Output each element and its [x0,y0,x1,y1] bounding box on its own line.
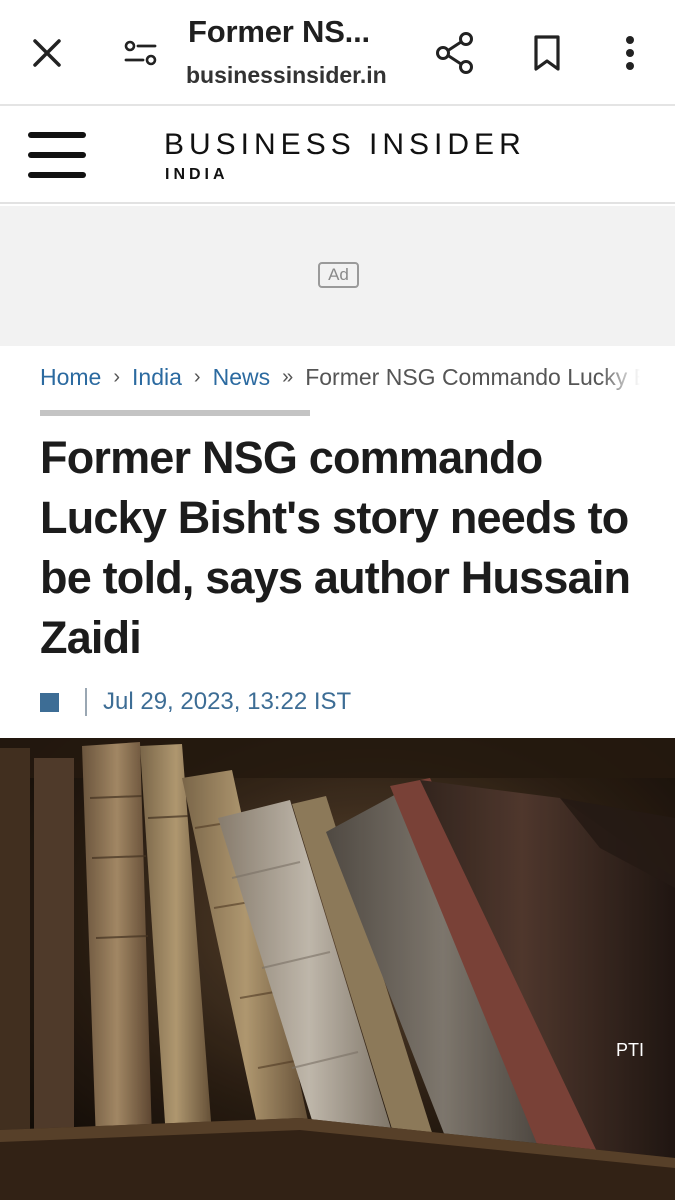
category-marker-icon [40,692,59,712]
breadcrumb-separator: › [193,365,201,388]
article-date: Jul 29, 2023, 13:22 IST [103,688,352,715]
ad-slot[interactable]: Ad [0,206,675,346]
site-logo-region: INDIA [165,166,229,183]
breadcrumb-separator: » [282,365,294,388]
books-illustration [0,738,675,1200]
article-headline: Former NSG commando Lucky Bisht's story … [40,432,631,663]
breadcrumb-news[interactable]: News [213,364,271,391]
close-icon[interactable] [22,28,72,78]
page-url[interactable]: businessinsider.in [186,62,416,89]
hamburger-icon[interactable] [28,128,86,182]
title-divider [40,410,310,416]
image-credit: PTI [616,1040,645,1060]
share-icon[interactable] [428,26,482,80]
site-header: BUSINESS INSIDER INDIA [0,106,675,204]
breadcrumb-separator: › [113,365,121,388]
breadcrumb-current: Former NSG Commando Lucky Bisht [305,363,640,390]
breadcrumb-home[interactable]: Home [40,364,101,391]
site-logo[interactable]: BUSINESS INSIDER [164,128,526,162]
breadcrumb-india[interactable]: India [132,364,182,391]
ad-badge: Ad [318,262,359,288]
breadcrumb-fade [600,360,640,394]
breadcrumb: Home › India › News » Former NSG Command… [40,360,640,394]
meta-divider [85,688,87,716]
tune-icon[interactable] [116,28,166,78]
article-hero-image [0,738,675,1200]
browser-toolbar: Former NS... businessinsider.in [0,0,675,106]
more-vert-icon[interactable] [608,26,652,80]
article-meta: Jul 29, 2023, 13:22 IST [40,684,351,720]
page-title: Former NS... [188,14,370,49]
bookmark-icon[interactable] [522,26,572,80]
